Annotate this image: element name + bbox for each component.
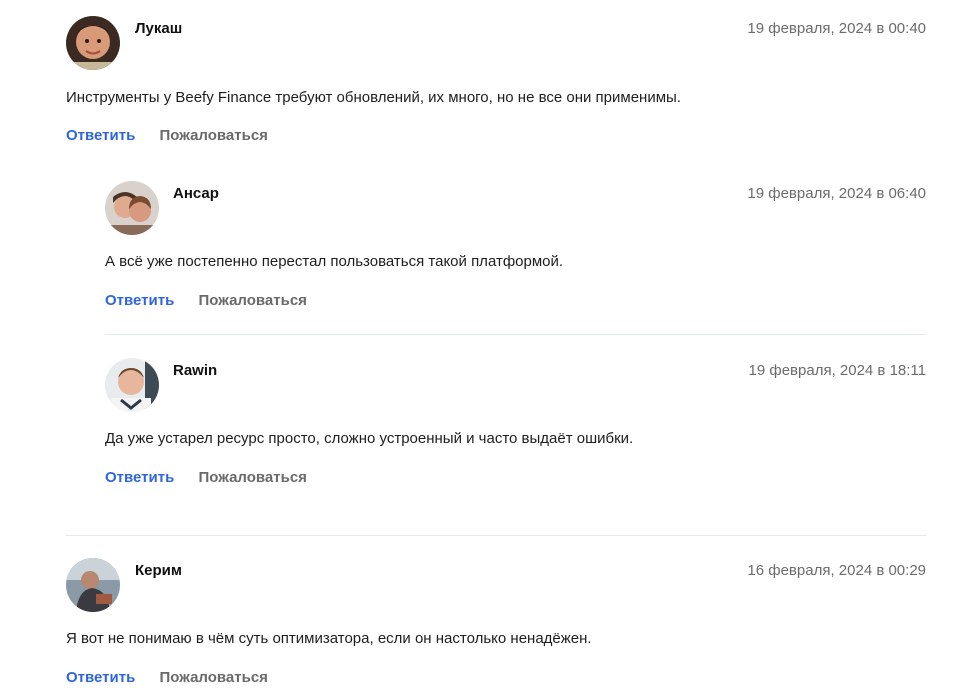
comment-reply: Ансар 19 февраля, 2024 в 06:40 А всё уже… [105, 181, 926, 321]
comment-text: Да уже устарел ресурс просто, сложно уст… [105, 430, 634, 447]
user-avatar-icon[interactable] [105, 358, 159, 412]
comment: Лукаш 19 февраля, 2024 в 00:40 Инструмен… [66, 16, 926, 156]
user-avatar-icon[interactable] [66, 16, 120, 70]
report-button[interactable]: Пожаловаться [160, 669, 268, 686]
user-avatar-icon[interactable] [105, 181, 159, 235]
comment-actions: Ответить Пожаловаться [105, 469, 307, 486]
user-avatar-icon[interactable] [66, 558, 120, 612]
comment-date: 19 февраля, 2024 в 00:40 [747, 20, 926, 37]
comment: Керим 16 февраля, 2024 в 00:29 Я вот не … [66, 558, 926, 696]
comment-author: Лукаш [135, 20, 183, 37]
comment-reply: Rawin 19 февраля, 2024 в 18:11 Да уже ус… [105, 358, 926, 498]
comment-actions: Ответить Пожаловаться [105, 292, 307, 309]
comment-actions: Ответить Пожаловаться [66, 669, 268, 686]
reply-button[interactable]: Ответить [66, 669, 135, 686]
comment-actions: Ответить Пожаловаться [66, 127, 268, 144]
comment-text: Я вот не понимаю в чём суть оптимизатора… [66, 630, 592, 647]
comment-date: 16 февраля, 2024 в 00:29 [747, 562, 926, 579]
reply-button[interactable]: Ответить [66, 127, 135, 144]
comment-author: Ансар [173, 185, 219, 202]
comment-author: Rawin [173, 362, 218, 379]
report-button[interactable]: Пожаловаться [160, 127, 268, 144]
comment-text: Инструменты у Beefy Finance требуют обно… [66, 89, 681, 106]
divider [66, 535, 926, 536]
comment-date: 19 февраля, 2024 в 06:40 [747, 185, 926, 202]
comment-author: Керим [135, 562, 182, 579]
report-button[interactable]: Пожаловаться [199, 292, 307, 309]
report-button[interactable]: Пожаловаться [199, 469, 307, 486]
comment-text: А всё уже постепенно перестал пользовать… [105, 253, 564, 270]
reply-button[interactable]: Ответить [105, 292, 174, 309]
comment-date: 19 февраля, 2024 в 18:11 [748, 362, 927, 379]
divider [105, 334, 926, 335]
reply-button[interactable]: Ответить [105, 469, 174, 486]
